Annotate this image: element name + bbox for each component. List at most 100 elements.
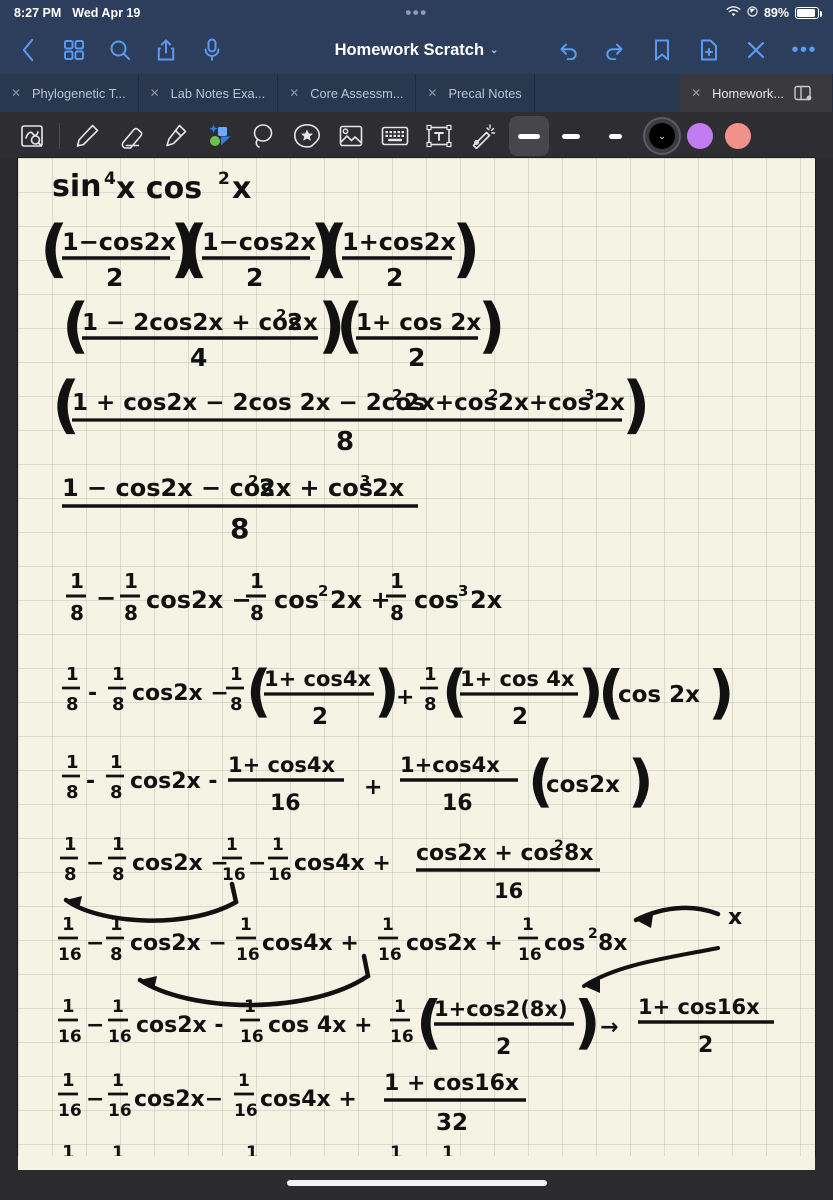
- svg-text:2: 2: [512, 704, 528, 730]
- svg-text:x: x: [728, 905, 742, 930]
- svg-text:1: 1: [240, 915, 252, 935]
- svg-text:8: 8: [336, 427, 354, 457]
- svg-text:32: 32: [436, 1110, 468, 1136]
- microphone-icon[interactable]: [200, 38, 224, 62]
- tab-close-icon[interactable]: ✕: [149, 86, 161, 100]
- tab-close-icon[interactable]: ✕: [426, 86, 438, 100]
- svg-text:2x: 2x: [372, 474, 405, 502]
- canvas-area[interactable]: sin 4 x cos 2 x ( 1−cos2x 2 ) ( 1−cos2x …: [0, 158, 833, 1200]
- svg-text:8: 8: [390, 601, 404, 625]
- color-black[interactable]: ⌄: [649, 123, 675, 149]
- stroke-thin[interactable]: [593, 116, 637, 156]
- ipad-notes-app: 8:27 PM Wed Apr 19 ••• 89% Homework Scra…: [0, 0, 833, 1200]
- svg-text:cos4x +: cos4x +: [294, 851, 391, 876]
- sticker-icon[interactable]: [285, 116, 329, 156]
- page-title: Homework Scratch: [334, 40, 485, 59]
- bookmark-icon[interactable]: [650, 38, 674, 62]
- svg-text:1: 1: [62, 1142, 75, 1156]
- svg-text:1: 1: [64, 834, 77, 855]
- svg-text:8: 8: [250, 601, 264, 625]
- svg-text:−: −: [86, 1013, 104, 1038]
- svg-text:2x+cos: 2x+cos: [404, 390, 497, 416]
- svg-text:): ): [478, 291, 505, 361]
- eraser-icon[interactable]: [109, 116, 153, 156]
- more-options-icon[interactable]: •••: [791, 40, 817, 60]
- svg-text:1: 1: [246, 1143, 258, 1156]
- svg-text:8x: 8x: [564, 841, 594, 866]
- svg-text:2: 2: [106, 263, 123, 292]
- svg-text:1: 1: [382, 915, 394, 935]
- pen-icon[interactable]: [65, 116, 109, 156]
- svg-text:2: 2: [312, 704, 328, 730]
- svg-text:1+cos2(8x): 1+cos2(8x): [434, 997, 568, 1021]
- tab-4-active[interactable]: ✕ Homework...: [680, 74, 833, 112]
- svg-text:16: 16: [108, 1101, 132, 1121]
- svg-text:x cos: x cos: [116, 171, 202, 206]
- tab-2[interactable]: ✕ Core Assessm...: [278, 74, 417, 112]
- svg-text:cos2x −: cos2x −: [130, 931, 227, 956]
- svg-text:4: 4: [190, 343, 207, 372]
- lasso-icon[interactable]: [241, 116, 285, 156]
- highlighter-icon[interactable]: [153, 116, 197, 156]
- wifi-icon: [726, 5, 741, 21]
- close-icon[interactable]: [744, 38, 768, 62]
- tab-label: Homework...: [712, 85, 784, 101]
- svg-text:16: 16: [518, 945, 542, 965]
- note-paper[interactable]: sin 4 x cos 2 x ( 1−cos2x 2 ) ( 1−cos2x …: [18, 158, 815, 1156]
- svg-text:8: 8: [230, 694, 243, 715]
- grid-view-icon[interactable]: [62, 38, 86, 62]
- svg-text:2x: 2x: [470, 586, 503, 614]
- search-icon[interactable]: [108, 38, 132, 62]
- svg-text:-: -: [88, 681, 97, 706]
- magic-wand-icon[interactable]: [461, 116, 505, 156]
- split-view-icon[interactable]: [794, 85, 820, 101]
- svg-text:1: 1: [226, 835, 238, 855]
- paper-continuation: [18, 1156, 815, 1170]
- undo-icon[interactable]: [556, 38, 580, 62]
- tab-label: Core Assessm...: [310, 85, 404, 101]
- color-purple[interactable]: [687, 123, 713, 149]
- tab-close-icon[interactable]: ✕: [10, 86, 22, 100]
- svg-text:2x +: 2x +: [330, 586, 391, 614]
- svg-text:1: 1: [238, 1071, 250, 1091]
- home-indicator[interactable]: [286, 1180, 547, 1186]
- shapes-icon[interactable]: [197, 116, 241, 156]
- tab-1[interactable]: ✕ Lab Notes Exa...: [139, 74, 279, 112]
- tab-close-icon[interactable]: ✕: [288, 86, 300, 100]
- svg-text:1−cos2x: 1−cos2x: [62, 228, 177, 256]
- battery-percent: 89%: [763, 6, 789, 20]
- svg-text:8: 8: [70, 601, 84, 625]
- svg-text:2: 2: [318, 582, 328, 600]
- svg-text:1: 1: [442, 1143, 454, 1156]
- svg-text:16: 16: [390, 1027, 414, 1047]
- svg-text:16: 16: [58, 1101, 82, 1121]
- back-chevron-icon[interactable]: [16, 38, 40, 62]
- svg-text:8x: 8x: [598, 931, 628, 956]
- svg-text:1: 1: [390, 569, 404, 593]
- color-salmon[interactable]: [725, 123, 751, 149]
- svg-text:8: 8: [66, 694, 79, 715]
- stroke-medium[interactable]: [549, 116, 593, 156]
- svg-text:cos2x−: cos2x−: [134, 1087, 223, 1112]
- redo-icon[interactable]: [603, 38, 627, 62]
- svg-text:1: 1: [62, 1070, 75, 1091]
- tab-0[interactable]: ✕ Phylogenetic T...: [0, 74, 139, 112]
- keyboard-icon[interactable]: [373, 116, 417, 156]
- zoom-box-icon[interactable]: [10, 116, 54, 156]
- stroke-thick[interactable]: [509, 116, 549, 156]
- svg-text:1+cos4x: 1+cos4x: [400, 753, 500, 777]
- tab-3[interactable]: ✕ Precal Notes: [416, 74, 535, 112]
- text-box-icon[interactable]: [417, 116, 461, 156]
- svg-text:−: −: [248, 851, 266, 876]
- svg-text:−: −: [86, 931, 104, 956]
- svg-text:2: 2: [488, 386, 498, 404]
- svg-text:): ): [628, 749, 654, 814]
- svg-text:1 − 2cos2x + cos: 1 − 2cos2x + cos: [82, 310, 302, 336]
- image-icon[interactable]: [329, 116, 373, 156]
- svg-text:8: 8: [64, 864, 77, 885]
- tab-close-icon[interactable]: ✕: [690, 86, 702, 100]
- svg-text:16: 16: [270, 791, 301, 816]
- share-icon[interactable]: [154, 38, 178, 62]
- add-page-icon[interactable]: [697, 38, 721, 62]
- drawing-toolbar: ⌄: [0, 112, 833, 160]
